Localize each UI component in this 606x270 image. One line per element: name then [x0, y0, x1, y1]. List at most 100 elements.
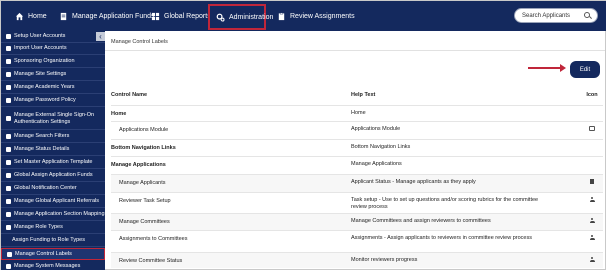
menu-item-icon — [6, 85, 11, 90]
sidebar-item-label: Manage Site Settings — [14, 71, 67, 77]
sidebar-item-label: Manage Academic Years — [14, 84, 75, 90]
icon-cell — [585, 126, 599, 133]
menu-item-icon — [6, 72, 11, 77]
table-row[interactable]: Home Home — [111, 105, 603, 121]
menu-item-icon — [6, 46, 11, 51]
help-text-cell: Monitor reviewers progress — [351, 257, 418, 263]
nav-review-assignments[interactable]: Review Assignments — [277, 1, 355, 31]
icon-cell — [585, 257, 599, 264]
table-row[interactable]: Reviewer Task Setup Task setup - Use to s… — [111, 192, 603, 213]
table-row[interactable]: Manage Committees Manage Committees and a… — [111, 213, 603, 230]
breadcrumb: Manage Control Labels — [111, 39, 168, 45]
help-text-cell: Assignments - Assign applicants to revie… — [351, 235, 532, 241]
table-row[interactable]: Bottom Navigation Links Bottom Navigation… — [111, 139, 603, 156]
sidebar-item[interactable]: Manage System Messages — [1, 261, 105, 270]
table-row[interactable]: Manage Applicants Applicant Status - Mana… — [111, 174, 603, 192]
nav-reports-label: Global Reports — [164, 12, 211, 20]
help-text-cell: Bottom Navigation Links — [351, 144, 411, 150]
sidebar-item[interactable]: Manage Role Types — [1, 222, 105, 234]
control-name-cell: Applications Module — [119, 127, 169, 133]
search-placeholder: Search Applicants — [522, 12, 571, 19]
sidebar-item-label: Manage System Messages — [14, 263, 81, 269]
sidebar-item[interactable]: Set Master Application Template — [1, 157, 105, 169]
help-text-cell: Manage Committees and assign reviewers t… — [351, 218, 491, 224]
menu-item-icon — [6, 116, 11, 121]
control-name-cell: Reviewer Task Setup — [119, 198, 171, 204]
table-row[interactable]: Manage Applications Manage Applications — [111, 156, 603, 174]
menu-item-icon — [6, 186, 11, 191]
menu-item-icon — [6, 147, 11, 152]
menu-item-icon — [6, 212, 11, 217]
sidebar-item-label: Set Master Application Template — [14, 159, 93, 165]
sidebar-item[interactable]: Manage Academic Years — [1, 82, 105, 94]
sidebar-item-label: Setup User Accounts — [14, 33, 66, 39]
nav-home-label: Home — [28, 12, 47, 20]
column-header: Control Name — [111, 92, 148, 98]
help-text-cell: Task setup - Use to set up questions and… — [351, 197, 539, 210]
menu-item-icon — [6, 199, 11, 204]
sidebar: Setup User Accounts Import User Accounts S… — [1, 31, 105, 270]
document-icon — [59, 12, 68, 21]
search-input[interactable]: Search Applicants — [514, 8, 598, 23]
person-icon — [589, 197, 595, 202]
sidebar-item-label: Global Notification Center — [14, 185, 77, 191]
sidebar-item-label: Manage External Single Sign-On Authentic… — [14, 111, 95, 125]
table-row[interactable]: Applications Module Applications Module — [111, 121, 603, 139]
sidebar-item[interactable]: Sponsoring Organization — [1, 56, 105, 68]
sidebar-item-label: Global Assign Application Funds — [14, 172, 93, 178]
menu-item-icon — [6, 225, 11, 230]
person-icon — [589, 218, 595, 223]
sidebar-item-label: Manage Password Policy — [14, 97, 76, 103]
sidebar-item-label: Manage Search Filters — [14, 133, 70, 139]
table-row[interactable]: Review Committee Status Monitor reviewers… — [111, 252, 603, 268]
home-icon — [15, 12, 24, 21]
top-navigation: Home Manage Application Funds Global Rep… — [1, 1, 606, 31]
icon-cell — [585, 179, 599, 186]
table-header: Control Name Help Text Icon — [111, 92, 603, 104]
help-text-cell: Home — [351, 110, 366, 116]
menu-item-icon — [6, 98, 11, 103]
sidebar-item[interactable]: Manage External Single Sign-On Authentic… — [1, 108, 105, 130]
nav-global-reports[interactable]: Global Reports — [151, 1, 211, 31]
control-name-cell: Manage Committees — [119, 219, 170, 225]
sidebar-item[interactable]: Manage Global Applicant Referrals — [1, 196, 105, 208]
collapse-sidebar-button[interactable]: ‹ — [96, 32, 105, 41]
help-text-cell: Manage Applications — [351, 161, 402, 167]
sidebar-item[interactable]: Manage Status Details — [1, 144, 105, 156]
sidebar-item[interactable]: Import User Accounts — [1, 43, 105, 55]
sidebar-item[interactable]: Global Notification Center — [1, 183, 105, 195]
menu-item-icon — [6, 264, 11, 269]
icon-cell — [585, 197, 599, 204]
control-name-cell: Manage Applicants — [119, 180, 166, 186]
nav-admin-label: Administration — [229, 13, 274, 21]
annotation-arrow — [528, 64, 566, 72]
sidebar-item[interactable]: Manage Site Settings — [1, 69, 105, 81]
column-header: Icon — [586, 92, 598, 98]
sidebar-item[interactable]: Manage Password Policy — [1, 95, 105, 107]
nav-review-label: Review Assignments — [290, 12, 355, 20]
control-name-cell: Bottom Navigation Links — [111, 145, 176, 151]
nav-administration[interactable]: Administration — [208, 4, 273, 30]
clipboard-icon — [277, 11, 286, 21]
help-text-cell: Applications Module — [351, 126, 401, 132]
sidebar-item[interactable]: Setup User Accounts — [1, 31, 105, 43]
sidebar-item-label: Manage Global Applicant Referrals — [14, 198, 99, 204]
search-icon[interactable] — [584, 12, 590, 18]
sidebar-item[interactable]: Manage Control Labels — [1, 248, 105, 260]
sidebar-item[interactable]: Manage Search Filters — [1, 131, 105, 143]
menu-item-icon — [6, 34, 11, 39]
trash-icon — [590, 179, 594, 184]
menu-item-icon — [6, 160, 11, 165]
nav-home[interactable]: Home — [15, 1, 47, 31]
sidebar-item-label: Manage Application Section Mapping — [14, 211, 105, 217]
table-row[interactable]: Assignments to Committees Assignments - A… — [111, 230, 603, 252]
edit-button[interactable]: Edit — [570, 61, 600, 78]
control-name-cell: Assignments to Committees — [119, 236, 188, 242]
menu-item-icon — [6, 173, 11, 178]
sidebar-item-label: Manage Control Labels — [15, 250, 72, 257]
sidebar-item[interactable]: Assign Funding to Role Types — [1, 235, 105, 247]
sidebar-item[interactable]: Manage Application Section Mapping — [1, 209, 105, 221]
person-icon — [589, 235, 595, 240]
nav-manage-application-funds[interactable]: Manage Application Funds — [59, 1, 155, 31]
sidebar-item[interactable]: Global Assign Application Funds — [1, 170, 105, 182]
